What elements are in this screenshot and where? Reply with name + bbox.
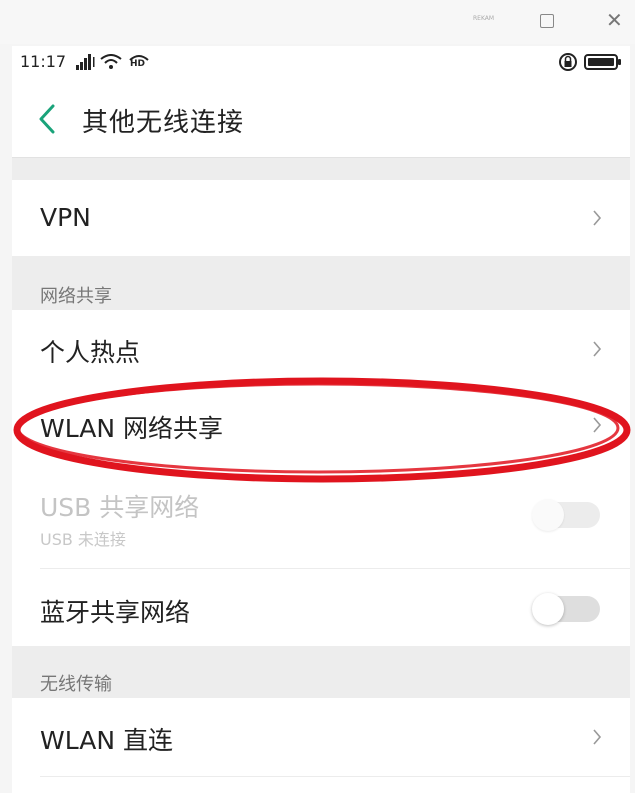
rotation-lock-icon bbox=[559, 53, 577, 71]
section-header-wireless-transfer: 无线传输 bbox=[40, 674, 112, 695]
chevron-right-icon bbox=[593, 210, 602, 226]
hd-label: HD bbox=[130, 59, 146, 69]
divider bbox=[40, 776, 630, 777]
chevron-left-icon[interactable] bbox=[38, 104, 56, 134]
navigation-bar: 其他无线连接 bbox=[12, 78, 630, 158]
window-title: REKAM bbox=[473, 15, 495, 22]
status-time: 11:17 bbox=[20, 52, 67, 71]
vpn-card: VPN bbox=[12, 180, 630, 256]
page-title: 其他无线连接 bbox=[82, 108, 245, 138]
maximize-icon[interactable] bbox=[540, 14, 554, 28]
section-header-tethering: 网络共享 bbox=[40, 286, 112, 307]
chevron-right-icon bbox=[593, 417, 602, 433]
bt-share-label: 蓝牙共享网络 bbox=[40, 598, 191, 627]
usb-share-label: USB 共享网络 bbox=[40, 493, 200, 522]
phone-screen: 11:17 HD 其他无线连接 VPN 网络共享 个人热点 WLAN 网络共享 … bbox=[12, 46, 630, 793]
vpn-row[interactable]: VPN bbox=[12, 180, 630, 256]
bt-share-toggle[interactable] bbox=[532, 593, 600, 625]
bt-share-row[interactable]: 蓝牙共享网络 bbox=[12, 568, 630, 646]
usb-share-row: USB 共享网络 USB 未连接 bbox=[12, 466, 630, 566]
wlan-direct-row[interactable]: WLAN 直连 bbox=[12, 698, 630, 776]
wlan-share-row[interactable]: WLAN 网络共享 bbox=[12, 388, 630, 466]
wlan-share-label: WLAN 网络共享 bbox=[40, 414, 223, 443]
hotspot-label: 个人热点 bbox=[40, 338, 141, 367]
wireless-transfer-card: WLAN 直连 bbox=[12, 698, 630, 793]
chevron-right-icon bbox=[593, 729, 602, 745]
hotspot-row[interactable]: 个人热点 bbox=[12, 310, 630, 388]
vpn-label: VPN bbox=[40, 203, 91, 232]
wlan-direct-label: WLAN 直连 bbox=[40, 726, 173, 755]
wifi-icon bbox=[100, 54, 122, 69]
usb-share-toggle bbox=[532, 499, 600, 531]
usb-share-status: USB 未连接 bbox=[40, 530, 126, 549]
battery-icon bbox=[584, 54, 621, 70]
chevron-right-icon bbox=[593, 341, 602, 357]
signal-icon bbox=[76, 54, 95, 70]
close-icon[interactable]: ✕ bbox=[606, 10, 623, 30]
window-title-bar: REKAM ✕ bbox=[0, 0, 635, 44]
tethering-card: 个人热点 WLAN 网络共享 USB 共享网络 USB 未连接 蓝牙共享网络 bbox=[12, 310, 630, 646]
status-bar: 11:17 HD bbox=[12, 46, 630, 78]
